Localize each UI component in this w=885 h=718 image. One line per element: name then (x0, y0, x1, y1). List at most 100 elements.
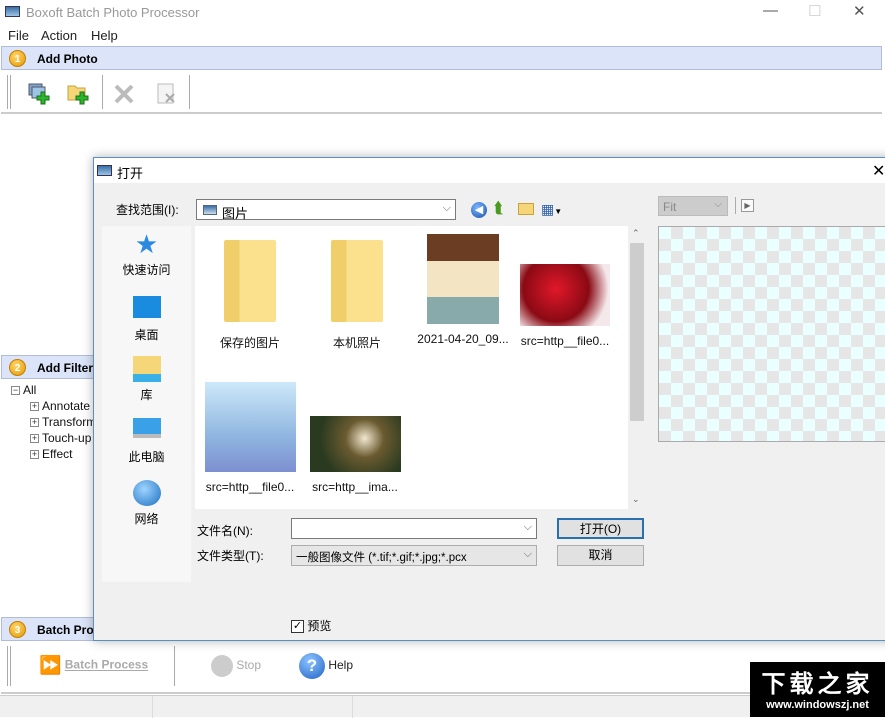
preview-pane (658, 226, 885, 442)
window-title: Boxoft Batch Photo Processor (26, 5, 200, 20)
help-icon: ? (299, 653, 325, 679)
filter-tree: − All + Annotate + Transform + Touch-up + Eff… (0, 380, 100, 470)
look-in-combo[interactable]: 图片 ⌵ (196, 199, 456, 221)
dialog-close-button[interactable]: ✕ (872, 161, 885, 181)
checkmark-icon: ✓ (291, 620, 304, 634)
menu-bar: File Action Help (0, 24, 885, 46)
watermark-logo: 下载之家 www.windowszj.net (750, 662, 885, 717)
scroll-down-icon[interactable]: ⌄ (632, 494, 640, 505)
file-item-image[interactable]: src=http__file0... (198, 382, 302, 494)
toolbar-separator (189, 75, 190, 109)
tree-node-effect[interactable]: + Effect (30, 447, 72, 461)
places-bar: ★ 快速访问 桌面 库 此电脑 网络 (102, 226, 191, 582)
toolbar-grip (7, 646, 8, 686)
toolbar-separator (735, 197, 736, 214)
step-number: 2 (9, 359, 26, 376)
section-label: Add Photo (37, 52, 98, 66)
view-menu-icon[interactable]: ▦▼ (541, 201, 562, 218)
place-desktop[interactable]: 桌面 (102, 296, 191, 343)
star-icon: ★ (134, 229, 159, 259)
up-folder-icon[interactable]: ⮬ (494, 200, 504, 218)
chevron-down-icon: ⌵ (523, 548, 532, 561)
section-label: Add Filter (37, 361, 93, 375)
stop-button[interactable]: Stop (211, 655, 261, 677)
open-button[interactable]: 打开(O) (557, 518, 644, 539)
file-item-folder[interactable]: 本机照片 (305, 240, 409, 351)
filetype-value: 一般图像文件 (*.tif;*.gif;*.jpg;*.pcx (296, 552, 467, 564)
folder-icon (331, 240, 383, 322)
batch-process-button[interactable]: ⏩ Batch Process (39, 655, 148, 676)
menu-file[interactable]: File (8, 28, 29, 43)
app-icon (5, 6, 20, 17)
image-thumbnail (427, 234, 499, 324)
preview-checkbox[interactable]: ✓ 预览 (291, 617, 331, 634)
file-item-image[interactable]: src=http__ima... (303, 416, 407, 494)
status-divider (152, 696, 153, 718)
stop-icon (211, 655, 233, 677)
menu-help[interactable]: Help (91, 28, 118, 43)
look-in-value: 图片 (222, 206, 249, 221)
toolbar-separator (174, 646, 175, 686)
add-photo-icon[interactable] (28, 82, 52, 106)
dialog-title-bar: 打开 ✕ (94, 158, 885, 183)
filename-label: 文件名(N): (197, 524, 253, 538)
chevron-down-icon: ⌵ (523, 521, 532, 533)
clear-list-icon[interactable] (155, 82, 179, 106)
add-photo-header[interactable]: 1 Add Photo (1, 46, 882, 70)
place-quick-access[interactable]: ★ 快速访问 (102, 231, 191, 278)
minimize-button[interactable]: — (763, 2, 778, 19)
computer-icon (132, 418, 161, 438)
step-number: 1 (9, 50, 26, 67)
place-network[interactable]: 网络 (102, 480, 191, 527)
tree-node-transform[interactable]: + Transform (30, 415, 96, 429)
vertical-scrollbar[interactable]: ⌃ ⌄ (628, 226, 646, 509)
chevron-down-icon: ⌵ (442, 202, 451, 214)
filetype-select[interactable]: 一般图像文件 (*.tif;*.gif;*.jpg;*.pcx ⌵ (291, 545, 537, 566)
file-item-image[interactable]: 2021-04-20_09... (411, 234, 515, 346)
open-file-dialog: 打开 ✕ 查找范围(I): 图片 ⌵ ◀ ⮬ ▦▼ ★ 快速访问 桌面 库 此电脑… (93, 157, 885, 641)
image-thumbnail (520, 264, 610, 326)
toolbar-grip (10, 646, 11, 686)
status-divider (352, 696, 353, 718)
maximize-button[interactable]: ☐ (808, 2, 821, 20)
toolbar-grip (7, 75, 8, 109)
file-item-folder[interactable]: 保存的图片 (198, 240, 302, 351)
zoom-select[interactable]: Fit ⌵ (658, 196, 728, 216)
tree-node-annotate[interactable]: + Annotate (30, 399, 90, 413)
look-in-label: 查找范围(I): (116, 203, 179, 217)
help-button[interactable]: ? Help (299, 653, 353, 679)
file-item-image[interactable]: src=http__file0... (513, 264, 617, 348)
menu-action[interactable]: Action (41, 28, 77, 43)
back-icon[interactable]: ◀ (471, 202, 487, 218)
filetype-label: 文件类型(T): (197, 549, 264, 563)
place-libraries[interactable]: 库 (102, 356, 191, 403)
dialog-icon (97, 165, 112, 176)
fast-forward-icon: ⏩ (39, 655, 62, 675)
image-thumbnail (309, 416, 401, 472)
play-icon[interactable]: ▶ (741, 199, 754, 212)
step-number: 3 (9, 621, 26, 638)
library-icon (132, 356, 161, 382)
scroll-up-icon[interactable]: ⌃ (632, 228, 640, 239)
scrollbar-thumb[interactable] (630, 243, 644, 421)
toolbar-separator (102, 75, 103, 109)
filename-input[interactable]: ⌵ (291, 518, 537, 539)
folder-icon (224, 240, 276, 322)
chevron-down-icon: ⌵ (714, 199, 722, 210)
new-folder-icon[interactable] (518, 203, 534, 215)
title-bar: Boxoft Batch Photo Processor — ☐ ✕ (0, 0, 885, 24)
toolbar-grip (10, 75, 11, 109)
network-icon (132, 480, 161, 506)
close-button[interactable]: ✕ (853, 2, 866, 20)
file-list: 保存的图片 本机照片 2021-04-20_09... src=http__fi… (195, 226, 646, 509)
place-this-pc[interactable]: 此电脑 (102, 418, 191, 465)
remove-icon[interactable] (112, 82, 136, 106)
photo-toolbar (1, 71, 882, 114)
image-thumbnail (204, 382, 296, 472)
pictures-folder-icon (203, 205, 217, 215)
cancel-button[interactable]: 取消 (557, 545, 644, 566)
add-folder-icon[interactable] (67, 82, 91, 106)
tree-node-all[interactable]: − All (11, 383, 36, 397)
dialog-title: 打开 (117, 166, 144, 181)
tree-node-touch-up[interactable]: + Touch-up (30, 431, 91, 445)
